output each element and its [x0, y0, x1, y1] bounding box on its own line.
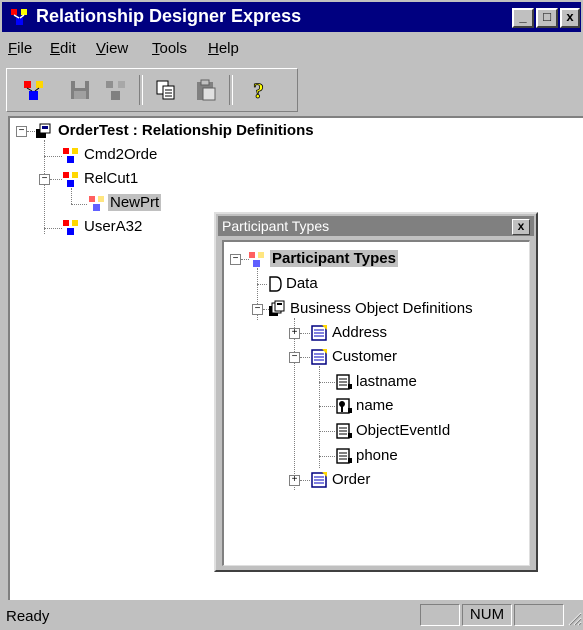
help-icon[interactable]: ?: [247, 77, 273, 103]
save-icon[interactable]: [67, 77, 93, 103]
participant-root-label[interactable]: Participant Types: [270, 250, 398, 267]
business-object-icon: [311, 349, 327, 365]
svg-text:?: ?: [253, 78, 264, 103]
menu-tools[interactable]: Tools: [152, 40, 187, 57]
business-object-icon: [311, 325, 327, 341]
attribute-icon: [336, 448, 352, 464]
business-objects-icon: [269, 300, 285, 316]
window-title: Relationship Designer Express: [36, 6, 302, 26]
relationship-icon: [63, 148, 78, 163]
tree-connector: [300, 333, 310, 334]
key-attribute-icon: [336, 398, 352, 414]
copy-icon[interactable]: [153, 77, 179, 103]
application-window: Relationship Designer Express _ □ x File…: [0, 0, 583, 630]
attribute-item[interactable]: phone: [356, 447, 398, 464]
toolbar-separator: [229, 75, 233, 105]
attribute-item[interactable]: ObjectEventId: [356, 422, 450, 439]
participant-icon: [89, 196, 104, 211]
tree-item[interactable]: UserA32: [84, 218, 142, 235]
relationship-app-icon: [11, 9, 27, 25]
tree-connector: [71, 204, 87, 205]
participant-window-titlebar[interactable]: Participant Types x: [218, 216, 534, 236]
business-object-item[interactable]: Order: [332, 471, 370, 488]
status-bar: Ready NUM: [0, 600, 583, 630]
collapse-icon[interactable]: −: [289, 352, 300, 363]
attribute-icon: [336, 423, 352, 439]
repository-icon: [36, 123, 51, 138]
attribute-icon: [336, 374, 352, 390]
close-button[interactable]: x: [560, 8, 580, 28]
status-panel-num: NUM: [462, 604, 512, 626]
business-object-item[interactable]: Customer: [332, 348, 397, 365]
tree-connector: [50, 179, 62, 180]
data-icon: [269, 276, 282, 292]
tree-connector: [319, 406, 335, 407]
expand-icon[interactable]: +: [289, 475, 300, 486]
tree-connector: [319, 456, 335, 457]
participant-types-icon: [249, 252, 264, 267]
toolbar-separator: [139, 75, 143, 105]
collapse-icon[interactable]: −: [39, 174, 50, 185]
menu-view[interactable]: View: [96, 40, 128, 57]
participant-item[interactable]: Data: [286, 275, 318, 292]
status-panel-caps: [420, 604, 460, 626]
collapse-icon[interactable]: −: [252, 304, 263, 315]
paste-icon[interactable]: [193, 77, 219, 103]
menu-edit[interactable]: Edit: [50, 40, 76, 57]
menu-bar: File Edit View Tools Help: [0, 36, 583, 62]
tree-connector: [294, 318, 295, 490]
relationship-disabled-icon[interactable]: [103, 77, 129, 103]
minimize-button[interactable]: _: [512, 8, 534, 28]
tree-connector: [300, 480, 310, 481]
tree-root-label[interactable]: OrderTest : Relationship Definitions: [58, 122, 314, 139]
relationship-new-icon[interactable]: [21, 77, 47, 103]
relationship-icon: [63, 172, 78, 187]
tree-item-selected[interactable]: NewPrt: [108, 194, 162, 211]
collapse-icon[interactable]: −: [230, 254, 241, 265]
close-button[interactable]: x: [512, 219, 530, 235]
toolbar: ?: [6, 68, 298, 112]
tree-connector: [71, 188, 72, 204]
tree-connector: [319, 382, 335, 383]
attribute-item[interactable]: lastname: [356, 373, 417, 390]
status-panel-scroll: [514, 604, 564, 626]
tree-item[interactable]: Cmd2Orde: [84, 146, 157, 163]
participant-item[interactable]: Business Object Definitions: [290, 300, 473, 317]
tree-connector: [319, 431, 335, 432]
menu-file[interactable]: File: [8, 40, 32, 57]
business-object-item[interactable]: Address: [332, 324, 387, 341]
participant-types-window[interactable]: Participant Types x − Participant Types …: [214, 212, 538, 572]
tree-connector: [44, 228, 62, 229]
resize-grip-icon[interactable]: [566, 610, 582, 626]
participant-window-title: Participant Types: [222, 218, 330, 234]
tree-connector: [300, 357, 310, 358]
tree-connector: [44, 140, 45, 234]
maximize-button[interactable]: □: [536, 8, 558, 28]
collapse-icon[interactable]: −: [16, 126, 27, 137]
business-object-icon: [311, 472, 327, 488]
menu-help[interactable]: Help: [208, 40, 239, 57]
relationship-icon: [63, 220, 78, 235]
status-text: Ready: [6, 608, 50, 625]
participant-tree[interactable]: − Participant Types Data − Business Obje…: [222, 240, 530, 566]
expand-icon[interactable]: +: [289, 328, 300, 339]
title-bar[interactable]: Relationship Designer Express _ □ x: [2, 2, 581, 32]
tree-item[interactable]: RelCut1: [84, 170, 138, 187]
tree-connector: [44, 156, 62, 157]
attribute-item[interactable]: name: [356, 397, 394, 414]
